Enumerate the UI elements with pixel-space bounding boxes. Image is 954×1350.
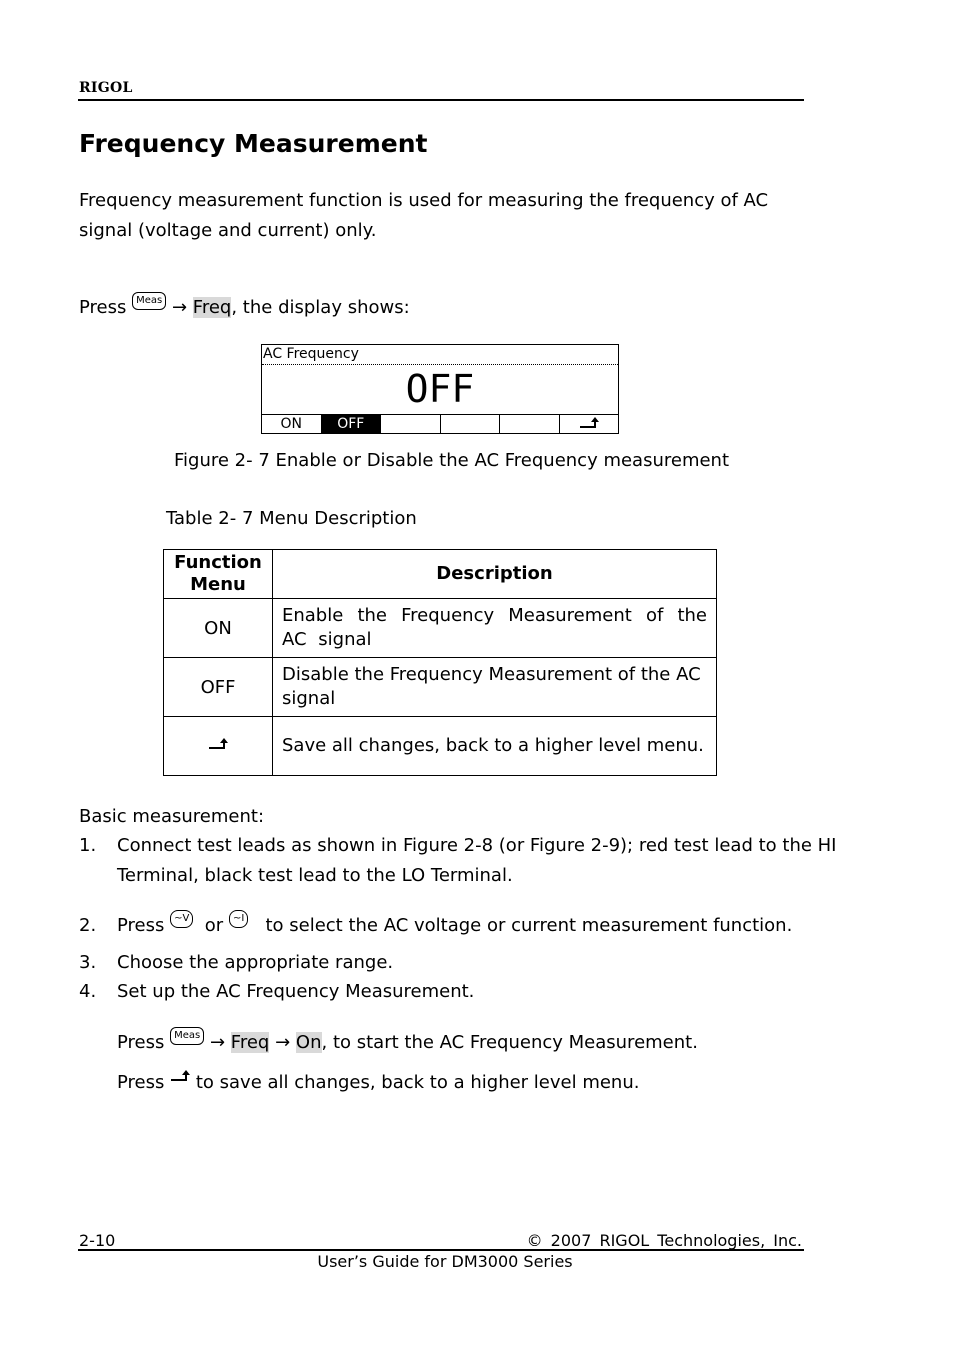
sub-step-text: to save all changes, back to a higher le… xyxy=(195,1072,640,1093)
lcd-softkey-empty xyxy=(441,415,500,433)
ac-current-key-icon: ~I xyxy=(228,910,249,928)
lcd-value: OFF xyxy=(405,367,475,411)
step-number: 3. xyxy=(79,952,97,973)
step-text: Set up the AC Frequency Measurement. xyxy=(117,981,475,1002)
back-icon xyxy=(579,417,599,428)
step-text: to select the AC voltage or current meas… xyxy=(265,915,793,936)
table-cell-description: Disable the Frequency Measurement of the… xyxy=(272,657,717,717)
press-rest-text: , the display shows: xyxy=(231,297,410,318)
copyright: © 2007 RIGOL Technologies, Inc. xyxy=(526,1231,802,1250)
step-1: 1. Connect test leads as shown in Figure … xyxy=(79,835,837,856)
header-rule xyxy=(78,99,804,101)
table-row: ON Enable the Frequency Measurement of t… xyxy=(163,598,717,658)
arrow-icon: → xyxy=(275,1032,291,1053)
meas-key-icon: Meas xyxy=(132,292,167,310)
page-number: 2-10 xyxy=(79,1231,116,1250)
lcd-softkey-empty xyxy=(381,415,441,433)
ac-voltage-key-icon: ~V xyxy=(170,910,194,928)
lcd-softkey-bar: ON OFF xyxy=(262,414,618,433)
lcd-softkey-off: OFF xyxy=(321,415,381,433)
table-cell-description: Enable the Frequency Measurement of the … xyxy=(272,598,717,658)
table-header-row: Function Menu Description xyxy=(163,549,717,599)
arrow-icon: → xyxy=(209,1032,226,1053)
lcd-dotted-divider xyxy=(262,364,618,365)
guide-title: User’s Guide for DM3000 Series xyxy=(317,1252,573,1271)
arrow-icon: → xyxy=(171,297,188,318)
table-row: Save all changes, back to a higher level… xyxy=(163,716,717,776)
softkey-freq: Freq xyxy=(192,297,232,318)
header-description: Description xyxy=(272,549,717,599)
softkey-on: On xyxy=(295,1032,322,1053)
lcd-title: AC Frequency xyxy=(263,346,359,362)
press-text: Press xyxy=(117,915,165,936)
press-text: Press xyxy=(117,1072,165,1093)
step-text: Connect test leads as shown in Figure 2-… xyxy=(117,835,837,856)
figure-caption: Figure 2- 7 Enable or Disable the AC Fre… xyxy=(174,450,730,471)
softkey-freq: Freq xyxy=(230,1032,270,1053)
meas-key-icon: Meas xyxy=(170,1027,205,1045)
menu-description-table: Function Menu Description ON Enable the … xyxy=(163,549,717,776)
or-text: or xyxy=(204,915,224,936)
lcd-softkey-empty xyxy=(500,415,560,433)
press-text: Press xyxy=(117,1032,165,1053)
sub-step-save: Press to save all changes, back to a hig… xyxy=(117,1068,639,1093)
table-cell-menu: ON xyxy=(163,598,273,658)
step-number: 1. xyxy=(79,835,97,856)
step-3: 3. Choose the appropriate range. xyxy=(79,952,393,973)
back-icon xyxy=(209,737,228,749)
header-function-menu: Function Menu xyxy=(163,549,273,599)
table-row: OFF Disable the Frequency Measurement of… xyxy=(163,657,717,717)
footer-rule xyxy=(78,1249,804,1251)
table-cell-description: Save all changes, back to a higher level… xyxy=(272,716,717,776)
press-meas-line: Press Meas → Freq, the display shows: xyxy=(79,292,410,318)
lcd-softkey-back xyxy=(560,415,619,433)
step-4: 4. Set up the AC Frequency Measurement. xyxy=(79,981,474,1002)
table-caption: Table 2- 7 Menu Description xyxy=(166,508,417,529)
intro-paragraph: Frequency measurement function is used f… xyxy=(79,190,769,241)
page-title: Frequency Measurement xyxy=(79,129,428,158)
step-text: Choose the appropriate range. xyxy=(117,952,394,973)
step-2: 2. Press ~V or ~I to select the AC voltag… xyxy=(79,910,792,936)
step-number: 4. xyxy=(79,981,97,1002)
step-number: 2. xyxy=(79,915,97,936)
sub-step-start: Press Meas → Freq → On, to start the AC … xyxy=(117,1027,698,1053)
basic-heading: Basic measurement: xyxy=(79,806,265,827)
table-cell-menu-back xyxy=(163,716,273,776)
lcd-softkey-on: ON xyxy=(262,415,322,433)
table-cell-menu: OFF xyxy=(163,657,273,717)
header-brand: RIGOL xyxy=(79,80,133,96)
sub-step-text: , to start the AC Frequency Measurement. xyxy=(321,1032,698,1053)
press-text: Press xyxy=(79,297,127,318)
back-icon xyxy=(171,1070,191,1081)
step-1-continued: Terminal, black test lead to the LO Term… xyxy=(117,865,513,886)
lcd-display: AC Frequency OFF ON OFF xyxy=(261,344,619,434)
